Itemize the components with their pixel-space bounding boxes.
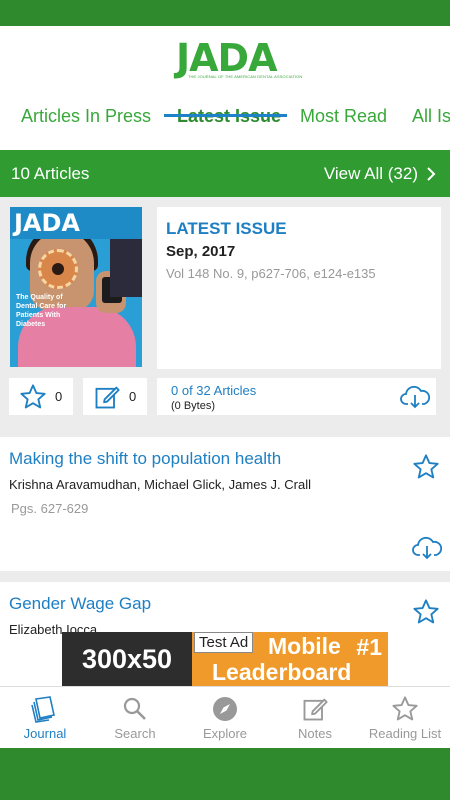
notes-button[interactable]: 0 xyxy=(83,378,147,415)
system-navigation-bar xyxy=(0,748,450,800)
notes-icon xyxy=(303,698,328,721)
article-count: 10 Articles xyxy=(11,164,90,183)
journal-icon xyxy=(31,696,55,723)
status-bar xyxy=(0,0,450,26)
star-outline-icon[interactable] xyxy=(412,453,440,481)
cloud-download-icon[interactable] xyxy=(400,384,430,410)
download-count: 0 of 32 Articles xyxy=(171,383,257,398)
active-tab-indicator xyxy=(164,114,287,117)
ad-tag: Test Ad xyxy=(194,632,254,653)
tab-bar: Articles In Press Latest Issue Most Read… xyxy=(0,102,450,146)
cover-title: JADA xyxy=(14,209,80,237)
edit-note-icon xyxy=(95,386,120,408)
view-all-button[interactable]: View All (32) xyxy=(324,164,436,184)
nav-notes[interactable]: Notes xyxy=(270,687,360,748)
chevron-right-icon xyxy=(427,167,436,181)
ad-banner[interactable]: 300x50 Mobile Leaderboard #1 Test Ad xyxy=(62,632,388,686)
article-card[interactable]: Making the shift to population health Kr… xyxy=(0,437,450,571)
bottom-navigation: Journal Search Explore Notes Reading Lis… xyxy=(0,686,450,748)
cover-caption: The Quality of Dental Care for Patients … xyxy=(16,294,67,328)
jada-logo: JADA THE JOURNAL OF THE AMERICAN DENTAL … xyxy=(176,36,303,80)
issue-cover-image[interactable]: JADA The Quality of Dental Care for Pati… xyxy=(10,207,142,367)
issue-label: LATEST ISSUE xyxy=(166,219,287,238)
favorites-button[interactable]: 0 xyxy=(9,378,73,415)
article-title[interactable]: Making the shift to population health xyxy=(9,449,281,469)
notes-count: 0 xyxy=(129,389,137,404)
cloud-download-icon[interactable] xyxy=(412,535,442,561)
compass-icon xyxy=(213,697,237,721)
tab-articles-in-press[interactable]: Articles In Press xyxy=(21,106,151,127)
ad-size-label: 300x50 xyxy=(62,632,192,686)
nav-explore[interactable]: Explore xyxy=(180,687,270,748)
nav-search[interactable]: Search xyxy=(90,687,180,748)
tab-most-read[interactable]: Most Read xyxy=(300,106,387,127)
favorites-count: 0 xyxy=(55,389,63,404)
tab-all-issues[interactable]: All Is xyxy=(412,106,450,127)
view-all-label: View All (32) xyxy=(323,164,418,183)
star-outline-icon[interactable] xyxy=(412,598,440,626)
issue-volume: Vol 148 No. 9, p627-706, e124-e135 xyxy=(166,266,376,281)
article-pages: Pgs. 627-629 xyxy=(11,501,89,516)
issue-date: Sep, 2017 xyxy=(166,243,236,260)
search-icon xyxy=(123,697,146,720)
latest-issue-section: JADA The Quality of Dental Care for Pati… xyxy=(0,197,450,427)
article-title[interactable]: Gender Wage Gap xyxy=(9,594,151,614)
nav-reading-list[interactable]: Reading List xyxy=(360,687,450,748)
star-outline-icon xyxy=(20,383,46,408)
star-icon xyxy=(392,696,418,721)
download-issue-panel[interactable]: 0 of 32 Articles (0 Bytes) xyxy=(157,378,436,415)
app-header: JADA THE JOURNAL OF THE AMERICAN DENTAL … xyxy=(0,26,450,150)
nav-journal[interactable]: Journal xyxy=(0,687,90,748)
download-size: (0 Bytes) xyxy=(171,400,216,412)
issue-info-card[interactable]: LATEST ISSUE Sep, 2017 Vol 148 No. 9, p6… xyxy=(157,207,441,369)
article-count-bar: 10 Articles View All (32) xyxy=(0,150,450,197)
article-authors: Krishna Aravamudhan, Michael Glick, Jame… xyxy=(9,477,312,492)
